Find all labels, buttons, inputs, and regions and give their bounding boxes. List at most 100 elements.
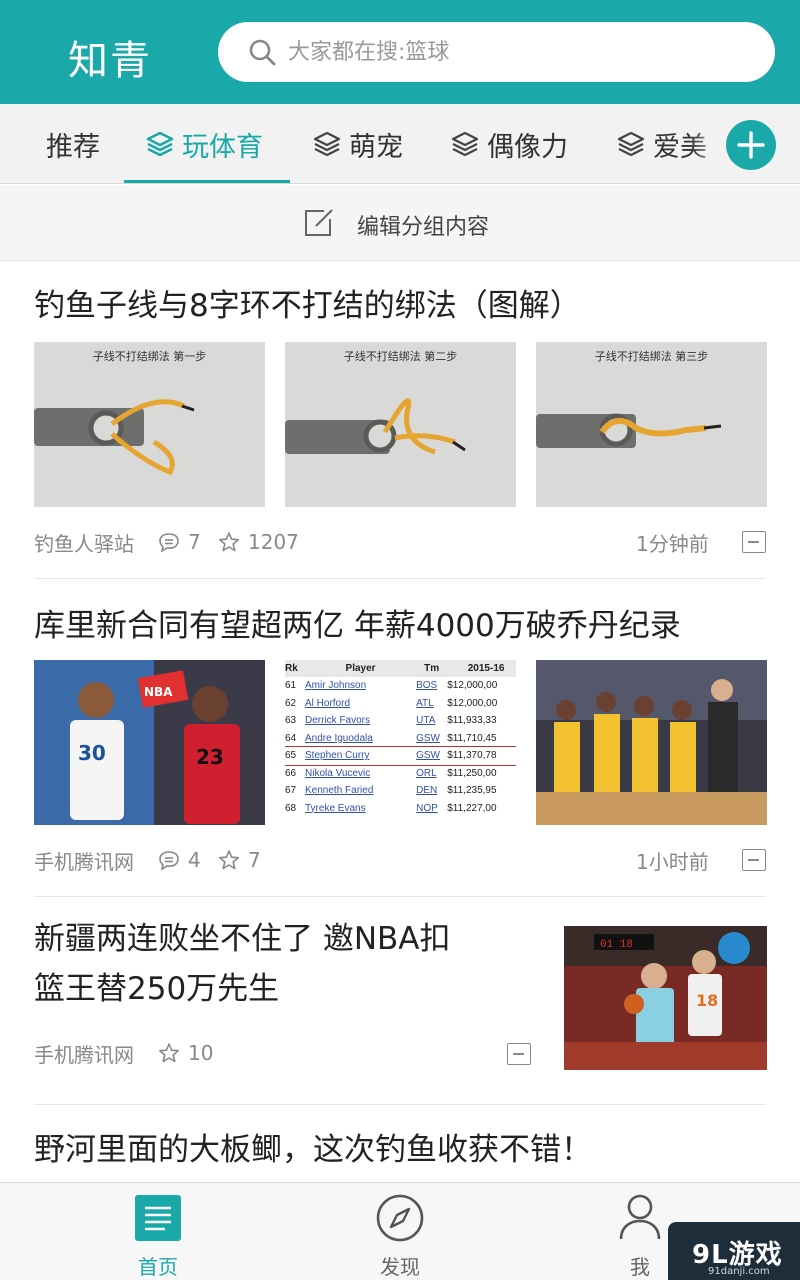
table-cell: ORL (416, 767, 437, 779)
table-row: 61 Amir Johnson BOS $12,000,00 (285, 677, 516, 695)
table-cell: GSW (416, 732, 440, 744)
table-cell: DEN (416, 785, 438, 797)
star-count: 1207 (218, 527, 299, 557)
site-watermark-logo: 9L游戏 91danji.com (668, 1222, 800, 1280)
table-row: 62 Al Horford ATL $12,000,00 (285, 695, 516, 713)
search-input[interactable] (288, 22, 758, 82)
table-cell: Al Horford (305, 697, 351, 709)
tab-recommend[interactable]: 推荐 (46, 104, 100, 183)
table-header: Rk (285, 663, 298, 674)
star-count-value: 1207 (248, 530, 299, 554)
comment-icon (159, 533, 179, 552)
table-cell: ATL (416, 697, 434, 709)
table-cell: $12,000,00 (447, 680, 498, 692)
article-image: 子线不打结绑法 第二步 (285, 342, 516, 507)
nav-home[interactable]: 首页 (98, 1183, 218, 1280)
table-cell: NOP (416, 802, 438, 814)
tab-idol[interactable]: 偶像力 (451, 104, 568, 183)
tab-pets[interactable]: 萌宠 (313, 104, 403, 183)
salary-table-image: Rk Player Tm 2015-16 61 Amir Johnson BOS $1… (285, 660, 516, 825)
star-icon (159, 1043, 179, 1063)
divider (34, 1104, 766, 1105)
nav-label: 发现 (380, 1255, 420, 1279)
app-header: 知青 (0, 0, 800, 104)
nav-label: 首页 (138, 1255, 178, 1279)
article-image: 30 23 NBA (34, 660, 265, 825)
tab-label: 玩体育 (182, 131, 263, 163)
article-image: 01 18 18 (564, 926, 767, 1070)
star-count: 10 (158, 1038, 213, 1068)
comment-count: 4 (158, 845, 201, 875)
image-caption: 子线不打结绑法 第三步 (594, 350, 709, 363)
search-icon (249, 39, 276, 66)
star-count-value: 7 (248, 848, 261, 872)
article-time: 1分钟前 (636, 531, 709, 556)
star-icon (219, 532, 239, 552)
tab-sports[interactable]: 玩体育 (146, 104, 263, 183)
table-row: 64 Andre Iguodala GSW $11,710,45 (285, 730, 516, 748)
add-category-button[interactable] (726, 120, 776, 170)
tab-label: 偶像力 (487, 131, 568, 163)
table-header: Player (345, 663, 376, 674)
home-icon (135, 1195, 181, 1241)
article-image: 子线不打结绑法 第三步 (536, 342, 767, 507)
layers-icon (313, 131, 341, 157)
table-cell: 64 (285, 732, 297, 744)
user-icon (619, 1194, 661, 1240)
layers-icon (451, 131, 479, 157)
tab-label: 萌宠 (349, 131, 403, 163)
article-title: 野河里面的大板鲫，这次钓鱼收获不错！ (34, 1132, 592, 1168)
svg-text:30: 30 (78, 741, 106, 765)
svg-text:01 18: 01 18 (600, 939, 633, 951)
table-cell: Andre Iguodala (305, 732, 373, 744)
dismiss-button[interactable] (507, 1043, 531, 1065)
table-cell: Kenneth Faried (305, 785, 374, 797)
table-cell: 63 (285, 715, 297, 727)
table-cell: UTA (416, 715, 436, 727)
article-title-line-1: 新疆两连败坐不住了 邀NBA扣 (34, 921, 451, 957)
tab-label: 推荐 (46, 131, 100, 163)
category-tabs: 推荐 玩体育 萌宠 偶像力 爱美 (0, 104, 800, 184)
search-bar[interactable] (218, 22, 775, 82)
table-cell: 65 (285, 750, 297, 762)
table-cell: $11,370,78 (447, 750, 497, 762)
edit-group-bar[interactable]: 编辑分组内容 (0, 185, 800, 261)
table-cell: $11,250,00 (447, 767, 497, 779)
table-header-row: Rk Player Tm 2015-16 (285, 660, 516, 677)
article-image (536, 660, 767, 825)
article-title-line-2: 篮王替250万先生 (34, 971, 280, 1007)
svg-text:23: 23 (196, 745, 224, 769)
star-count-value: 10 (188, 1041, 214, 1065)
article-source[interactable]: 钓鱼人驿站 (34, 527, 134, 557)
article-title: 库里新合同有望超两亿 年薪4000万破乔丹纪录 (34, 608, 681, 644)
image-caption: 子线不打结绑法 第一步 (92, 350, 207, 363)
article-image: 子线不打结绑法 第一步 (34, 342, 265, 507)
salary-table: Rk Player Tm 2015-16 61 Amir Johnson BOS $1… (285, 660, 516, 817)
divider (34, 896, 766, 897)
table-header: 2015-16 (467, 663, 505, 674)
comment-count-value: 7 (188, 530, 201, 554)
svg-text:18: 18 (696, 991, 718, 1010)
tabs-fade (690, 104, 730, 182)
divider (34, 578, 766, 579)
table-row-highlighted: 65 Stephen Curry GSW $11,370,78 (285, 746, 516, 766)
table-cell: 68 (285, 802, 297, 814)
table-cell: BOS (416, 680, 438, 692)
table-cell: $11,235,95 (447, 785, 497, 797)
table-cell: Derrick Favors (305, 715, 371, 727)
dismiss-button[interactable] (742, 531, 766, 553)
article-source[interactable]: 手机腾讯网 (34, 845, 134, 875)
comment-count: 7 (158, 527, 201, 557)
table-cell: Amir Johnson (305, 680, 367, 692)
table-cell: $11,710,45 (447, 732, 497, 744)
dismiss-button[interactable] (742, 849, 766, 871)
edit-icon (305, 209, 333, 236)
table-cell: Tyreke Evans (305, 802, 366, 814)
comment-icon (159, 851, 179, 870)
table-cell: $11,227,00 (447, 802, 497, 814)
table-cell: 67 (285, 785, 297, 797)
article-source[interactable]: 手机腾讯网 (34, 1038, 134, 1068)
table-cell: Stephen Curry (305, 750, 370, 762)
table-cell: 61 (285, 680, 297, 692)
nav-discover[interactable]: 发现 (340, 1183, 460, 1280)
